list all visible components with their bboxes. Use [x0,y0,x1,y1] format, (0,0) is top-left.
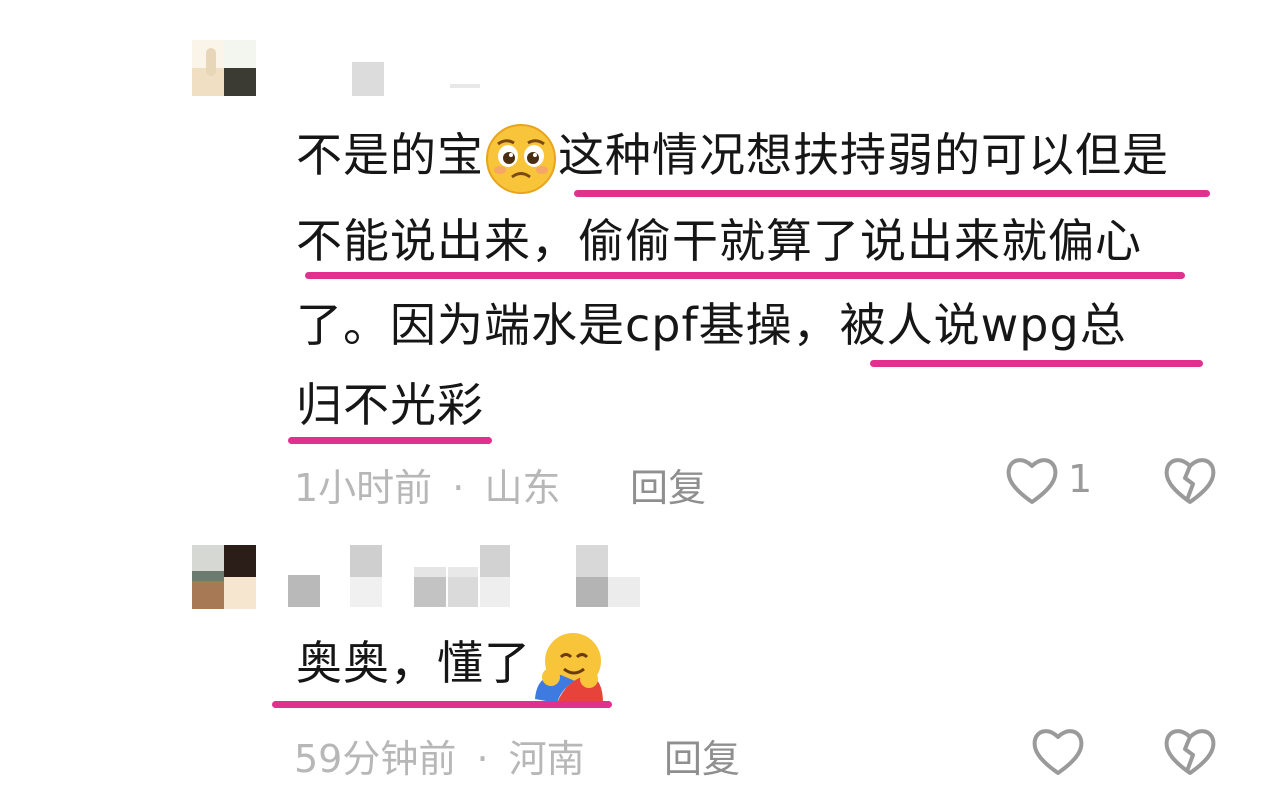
reply-button[interactable]: 回复 [664,728,740,783]
meta-separator: · [452,466,465,510]
highlight-underline [272,701,612,708]
comment-text-line-1: 奥奥，懂了 [296,620,607,706]
username-blurred[interactable] [290,62,490,98]
avatar[interactable] [192,40,256,96]
heart-icon[interactable] [1004,454,1060,506]
comment-location: 河南 [508,737,585,781]
reply-button[interactable]: 回复 [630,457,706,512]
comment-text: 不是的宝 [296,128,484,182]
comment-text: 奥奥，懂了 [296,636,531,690]
like-count: 1 [1068,457,1093,501]
meta-separator: · [476,737,489,781]
comment-time: 59分钟前 [294,737,457,781]
comment-location: 山东 [484,466,561,510]
highlight-underline [288,437,492,444]
hugging-face-emoji [535,632,603,703]
highlight-underline [574,190,1210,197]
comment-text-line-1: 不是的宝 这种情况想扶持弱的可以但是 [296,112,1169,198]
comment-meta: 1小时前 · 山东 [294,457,560,512]
comment-time: 1小时前 [294,466,433,510]
avatar[interactable] [192,545,256,609]
comment-meta: 59分钟前 · 河南 [294,728,585,783]
comment-text-line-3: 了。因为端水是cpf基操，被人说wpg总 [296,298,1127,352]
comment-text-line-4: 归不光彩 [296,378,484,432]
heart-icon[interactable] [1030,725,1086,777]
broken-heart-icon[interactable] [1162,725,1218,777]
highlight-underline [305,272,1185,279]
broken-heart-icon[interactable] [1162,454,1218,506]
highlight-underline [870,360,1203,367]
comment-text: 这种情况想扶持弱的可以但是 [558,128,1169,182]
pleading-face-emoji [486,123,556,194]
username-blurred[interactable] [288,545,648,609]
